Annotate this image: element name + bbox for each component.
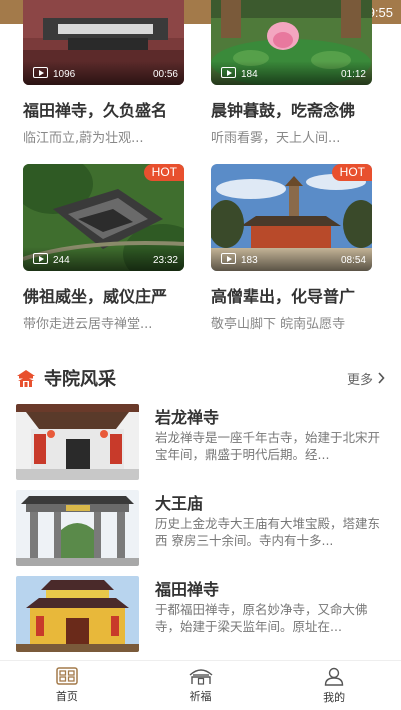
video-duration: 00:56 [152, 69, 178, 80]
video-duration: 23:32 [152, 255, 178, 266]
video-subtitle: 敬亭山脚下 皖南弘愿寺 [211, 317, 346, 332]
video-icon [221, 253, 236, 264]
video-thumbnail[interactable]: 183 08:54 HOT [211, 164, 372, 271]
video-duration: 08:54 [340, 255, 366, 266]
temple-thumbnail [16, 404, 139, 480]
bottom-nav: 首页 祈福 我的 [0, 660, 401, 710]
video-icon [33, 253, 48, 264]
section-title: 寺院风采 [44, 369, 116, 390]
video-title: 晨钟暮鼓，吃斋念佛 [211, 101, 356, 120]
nav-pray[interactable]: 祈福 [134, 661, 268, 710]
section-header: 寺院风采 更多 [16, 366, 385, 390]
temple-description: 历史上金龙寺大王庙有大堆宝殿，塔建东西 寮房三十余间。寺内有十多... [155, 516, 381, 548]
more-link[interactable]: 更多 [347, 369, 385, 388]
hot-badge: HOT [143, 164, 184, 181]
nav-home[interactable]: 首页 [0, 661, 134, 710]
user-icon [324, 667, 344, 686]
view-count: 244 [53, 255, 70, 266]
view-count: 1096 [53, 69, 76, 80]
nav-label: 首页 [55, 690, 78, 703]
video-card[interactable]: 184 01:12 晨钟暮鼓，吃斋念佛 听雨看雾，天上人间... [211, 0, 372, 146]
more-label: 更多 [346, 372, 373, 388]
nav-mine[interactable]: 我的 [267, 661, 401, 710]
hot-badge: HOT [331, 164, 372, 181]
video-icon [33, 67, 48, 78]
video-subtitle: 带你走进云居寺禅堂... [23, 317, 153, 332]
video-subtitle: 听雨看雾，天上人间... [211, 131, 341, 146]
nav-label: 祈福 [189, 690, 212, 703]
temple-name: 大王庙 [155, 494, 204, 513]
yellow-temple-image [16, 576, 139, 652]
video-card[interactable]: 183 08:54 HOT 高僧辈出，化导普广 敬亭山脚下 皖南弘愿寺 [211, 164, 372, 332]
temple-name: 岩龙禅寺 [155, 408, 220, 427]
view-count: 183 [241, 255, 258, 266]
video-thumbnail[interactable]: 1096 00:56 [23, 0, 184, 85]
video-title: 佛祖威坐，威仪庄严 [23, 287, 168, 306]
video-title: 高僧辈出，化导普广 [211, 287, 356, 306]
home-icon [56, 667, 78, 685]
video-icon [221, 67, 236, 78]
video-thumbnail[interactable]: 244 23:32 HOT [23, 164, 184, 271]
temple-thumbnail [16, 576, 139, 652]
temple-list-item[interactable]: 福田禅寺 于都福田禅寺，原名妙净寺，又命大佛寺，始建于梁天监年间。原址在... [16, 576, 385, 652]
temple-list-item[interactable]: 岩龙禅寺 岩龙禅寺是一座千年古寺，始建于北宋开宝年间，鼎盛于明代后期。经... [16, 404, 385, 480]
temple-list-item[interactable]: 大王庙 历史上金龙寺大王庙有大堆宝殿，塔建东西 寮房三十余间。寺内有十多... [16, 490, 385, 566]
view-count: 184 [241, 69, 258, 80]
video-card[interactable]: 1096 00:56 福田禅寺，久负盛名 临江而立,蔚为壮观... [23, 0, 184, 146]
temple-icon [17, 370, 35, 387]
temple-roof-icon [189, 669, 212, 685]
video-thumbnail[interactable]: 184 01:12 [211, 0, 372, 85]
nav-label: 我的 [323, 690, 346, 704]
chevron-right-icon [378, 372, 385, 384]
temple-description: 于都福田禅寺，原名妙净寺，又命大佛寺，始建于梁天监年间。原址在... [155, 602, 368, 634]
temple-thumbnail [16, 490, 139, 566]
temple-gate-image [16, 404, 139, 480]
video-duration: 01:12 [340, 69, 366, 80]
video-card[interactable]: 244 23:32 HOT 佛祖威坐，威仪庄严 带你走进云居寺禅堂... [23, 164, 184, 332]
temple-name: 福田禅寺 [155, 580, 220, 599]
temple-description: 岩龙禅寺是一座千年古寺，始建于北宋开宝年间，鼎盛于明代后期。经... [155, 430, 381, 462]
stone-archway-image [16, 490, 139, 566]
video-title: 福田禅寺，久负盛名 [23, 101, 168, 120]
video-subtitle: 临江而立,蔚为壮观... [23, 131, 144, 146]
